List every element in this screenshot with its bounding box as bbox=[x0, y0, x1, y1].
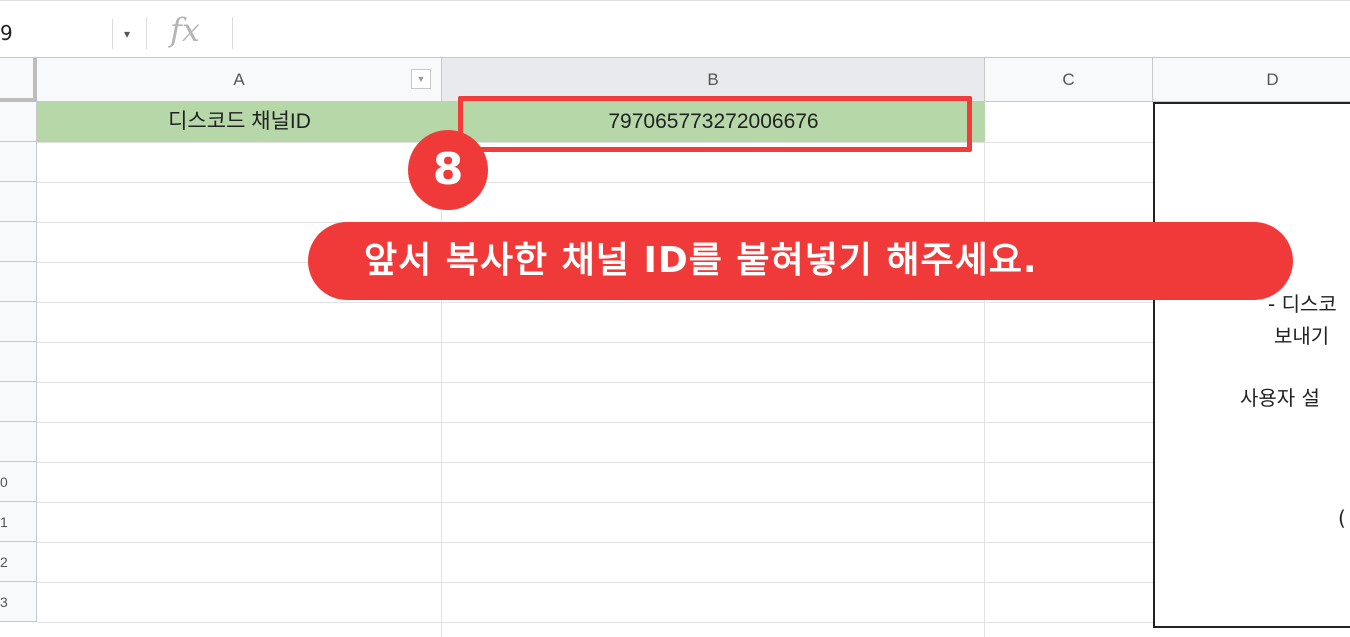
row-header[interactable]: 0 bbox=[0, 462, 37, 502]
row-header[interactable] bbox=[0, 382, 37, 422]
column-label: A bbox=[233, 70, 245, 89]
grid-line bbox=[37, 302, 1153, 303]
side-text-line: 보내기 bbox=[1274, 324, 1330, 348]
grid-line bbox=[37, 582, 1153, 583]
side-panel bbox=[1153, 102, 1350, 628]
side-text-line: 사용자 설 bbox=[1240, 386, 1320, 410]
filter-dropdown-icon[interactable]: ▼ bbox=[411, 69, 431, 89]
separator bbox=[232, 17, 233, 49]
step-badge: 8 bbox=[408, 130, 488, 210]
row-header[interactable]: 1 bbox=[0, 502, 37, 542]
column-header-a[interactable]: A ▼ bbox=[37, 58, 442, 101]
grid-line bbox=[37, 622, 1153, 623]
row-header[interactable] bbox=[0, 422, 37, 462]
highlight-box bbox=[458, 96, 972, 152]
grid-line bbox=[37, 462, 1153, 463]
grid-line bbox=[37, 382, 1153, 383]
grid-line bbox=[37, 422, 1153, 423]
side-text-line: - 디스코 bbox=[1268, 292, 1337, 316]
row-header[interactable] bbox=[0, 102, 37, 142]
instruction-callout: 앞서 복사한 채널 ID를 붙혀넣기 해주세요. bbox=[308, 222, 1293, 300]
cell-a1[interactable]: 디스코드 채널ID bbox=[37, 102, 442, 142]
row-header[interactable] bbox=[0, 342, 37, 382]
row-header[interactable] bbox=[0, 222, 37, 262]
column-header-d[interactable]: D bbox=[1153, 58, 1350, 101]
grid-line bbox=[37, 342, 1153, 343]
column-header-b[interactable]: B bbox=[442, 58, 985, 101]
row-header[interactable] bbox=[0, 142, 37, 182]
row-header[interactable]: 2 bbox=[0, 542, 37, 582]
side-text-line: ( bbox=[1338, 506, 1346, 530]
row-header[interactable] bbox=[0, 302, 37, 342]
grid-line bbox=[37, 542, 1153, 543]
select-all-corner[interactable] bbox=[0, 58, 37, 102]
caret-down-icon[interactable]: ▾ bbox=[112, 19, 141, 49]
formula-bar: 9 ▾ fx bbox=[0, 0, 1350, 58]
grid-line bbox=[984, 102, 985, 637]
separator bbox=[146, 17, 147, 49]
row-header[interactable] bbox=[0, 182, 37, 222]
name-box[interactable]: 9 bbox=[0, 15, 110, 51]
column-header-c[interactable]: C bbox=[985, 58, 1153, 101]
row-header[interactable] bbox=[0, 262, 37, 302]
grid-line bbox=[37, 502, 1153, 503]
fx-icon: fx bbox=[170, 11, 200, 49]
grid-line bbox=[37, 182, 1153, 183]
row-header[interactable]: 3 bbox=[0, 582, 37, 622]
